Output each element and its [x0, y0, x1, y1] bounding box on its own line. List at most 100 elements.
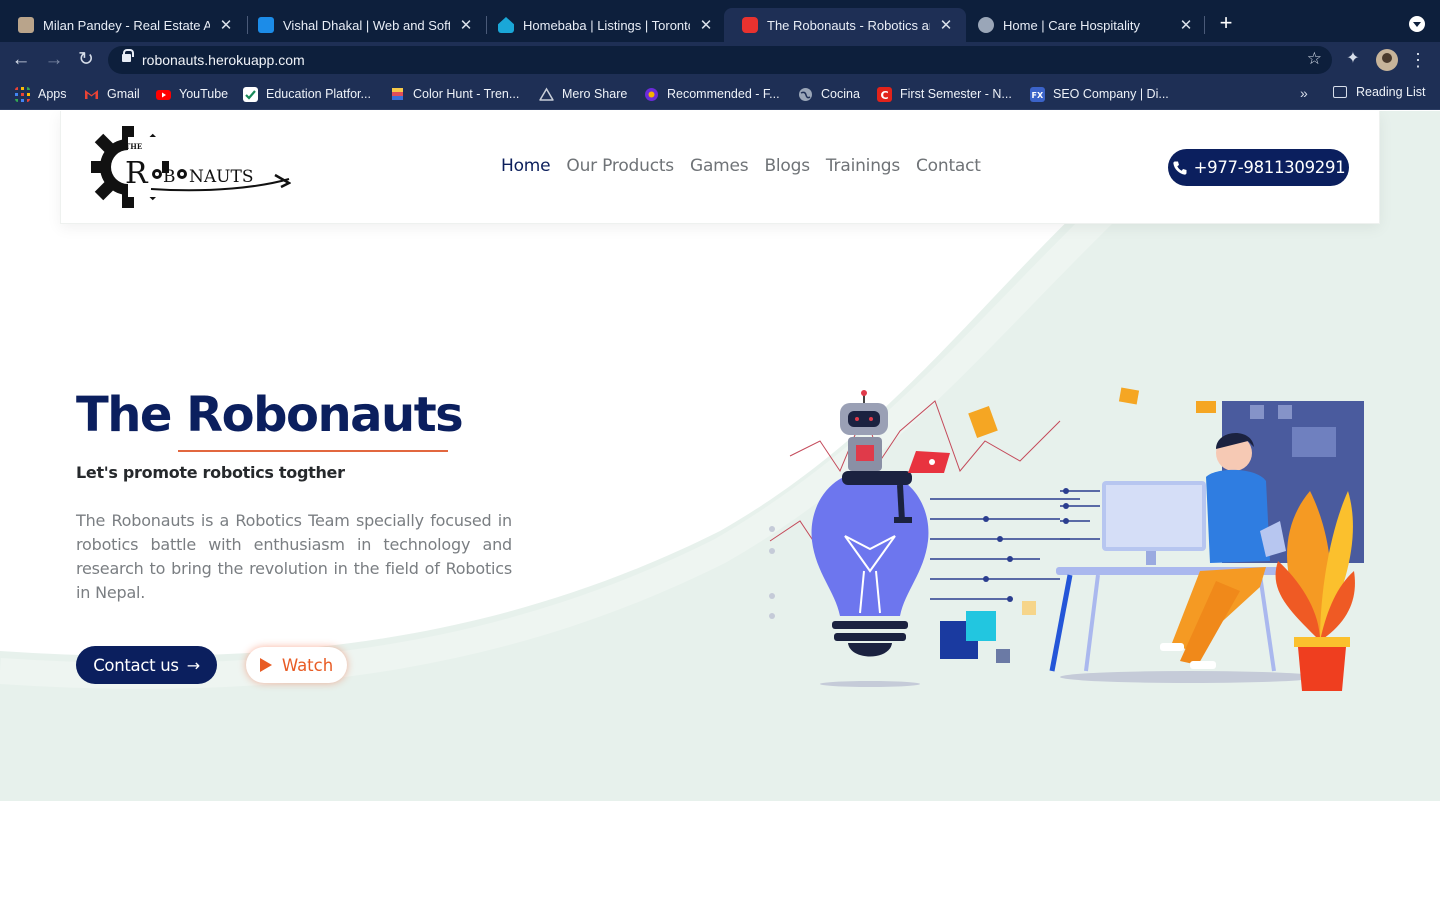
lock-icon — [122, 49, 134, 62]
hero-title: The Robonauts — [76, 387, 464, 443]
meroshare-icon — [539, 87, 554, 101]
browser-tab[interactable]: Milan Pandey - Real Estate Age ✕ — [0, 8, 246, 42]
site-header: THE R B NAUTS Home Our Products Games Bl… — [60, 111, 1380, 224]
svg-text:NAUTS: NAUTS — [189, 167, 253, 187]
browser-tab[interactable]: Vishal Dhakal | Web and Softw ✕ — [240, 8, 486, 42]
svg-text:B: B — [163, 167, 176, 187]
nav-our-products[interactable]: Our Products — [566, 156, 674, 176]
bookmark-apps[interactable]: Apps — [15, 85, 67, 103]
svg-text:FX: FX — [1032, 91, 1044, 100]
nav-games[interactable]: Games — [690, 156, 749, 176]
phone-number: +977-9811309291 — [1193, 158, 1346, 177]
bookmark-youtube[interactable]: YouTube — [156, 85, 228, 103]
phone-icon — [1172, 161, 1187, 175]
extensions-puzzle-icon[interactable]: ✦ — [1344, 50, 1362, 68]
watch-button[interactable]: Watch — [246, 647, 347, 683]
bookmark-gmail[interactable]: Gmail — [84, 85, 140, 103]
bookmark-star-icon[interactable]: ☆ — [1307, 49, 1322, 69]
bookmark-label: Recommended - F... — [667, 87, 780, 101]
arrow-right-icon: → — [186, 655, 200, 675]
tab-title: The Robonauts - Robotics and — [767, 17, 930, 33]
robonauts-logo[interactable]: THE R B NAUTS — [91, 123, 291, 213]
back-arrow-icon[interactable]: ← — [9, 48, 33, 72]
bookmark-label: SEO Company | Di... — [1053, 87, 1169, 101]
logo-small-text: THE — [125, 142, 142, 151]
tab-separator — [1204, 16, 1205, 34]
bookmark-label: Apps — [38, 87, 67, 101]
c-icon: C — [877, 86, 892, 102]
favicon-icon — [498, 17, 514, 33]
recommended-icon — [645, 87, 658, 101]
bookmark-label: Education Platfor... — [266, 87, 371, 101]
circuit-lines — [930, 490, 1100, 600]
nav-trainings[interactable]: Trainings — [826, 156, 900, 176]
web-page: THE R B NAUTS Home Our Products Games Bl… — [0, 111, 1440, 900]
nav-home[interactable]: Home — [501, 156, 551, 176]
bookmark-education[interactable]: Education Platfor... — [243, 85, 371, 103]
browser-tab[interactable]: Homebaba | Listings | Toronto ✕ — [480, 8, 726, 42]
bookmark-colorhunt[interactable]: Color Hunt - Tren... — [390, 85, 519, 103]
robotics-illustration — [769, 387, 1364, 691]
forward-arrow-icon[interactable]: → — [42, 48, 66, 72]
bookmark-recommended[interactable]: Recommended - F... — [644, 85, 780, 103]
lightbulb — [811, 471, 929, 616]
new-tab-plus-icon[interactable]: + — [1214, 12, 1238, 36]
globe-icon — [799, 87, 812, 101]
profile-avatar[interactable] — [1376, 49, 1398, 71]
browser-tab[interactable]: Home | Care Hospitality ✕ — [960, 8, 1206, 42]
globe-icon — [978, 17, 994, 33]
close-tab-icon[interactable]: ✕ — [458, 16, 474, 34]
browser-tab-strip: Milan Pandey - Real Estate Age ✕ Vishal … — [0, 0, 1440, 42]
tab-title: Homebaba | Listings | Toronto — [523, 17, 690, 33]
reload-icon[interactable]: ↻ — [74, 48, 98, 72]
close-tab-icon[interactable]: ✕ — [698, 16, 714, 34]
more-bookmarks-chevron-icon[interactable]: » — [1300, 85, 1308, 101]
favicon-icon — [258, 17, 274, 33]
url-text[interactable]: robonauts.herokuapp.com — [142, 52, 305, 68]
reading-list-icon — [1333, 86, 1347, 98]
bookmark-label: First Semester - N... — [900, 87, 1012, 101]
contact-us-button[interactable]: Contact us → — [76, 646, 217, 684]
bookmark-label: Mero Share — [562, 87, 628, 101]
bookmark-label: YouTube — [179, 87, 229, 101]
colorhunt-icon — [392, 87, 403, 100]
tab-title: Vishal Dhakal | Web and Softw — [283, 17, 450, 33]
close-tab-icon[interactable]: ✕ — [1178, 16, 1194, 34]
address-bar[interactable]: robonauts.herokuapp.com ☆ — [108, 46, 1332, 74]
browser-toolbar: ← → ↻ robonauts.herokuapp.com ☆ ✦ ⋮ — [0, 42, 1440, 78]
phone-button[interactable]: +977-9811309291 — [1168, 149, 1349, 186]
favicon-icon — [18, 17, 34, 33]
nav-blogs[interactable]: Blogs — [764, 156, 810, 176]
watch-label: Watch — [281, 655, 334, 675]
hero-tagline: Let's promote robotics togther — [76, 463, 345, 482]
bookmarks-bar: Apps Gmail YouTube Education Platfor... … — [0, 78, 1440, 110]
bookmark-label: Gmail — [107, 87, 140, 101]
contact-us-label: Contact us — [93, 655, 179, 675]
close-tab-icon[interactable]: ✕ — [938, 16, 954, 34]
fx-icon: FX — [1030, 86, 1045, 102]
favicon-icon — [742, 17, 758, 33]
apps-grid-icon — [15, 86, 30, 102]
bookmark-cocina[interactable]: Cocina — [798, 85, 860, 103]
reading-list-label: Reading List — [1356, 85, 1426, 99]
bookmark-meroshare[interactable]: Mero Share — [539, 85, 627, 103]
reading-list-button[interactable]: Reading List — [1333, 85, 1426, 99]
gmail-icon — [85, 89, 98, 99]
logo-wordmark: R — [125, 156, 149, 191]
tab-title: Milan Pandey - Real Estate Age — [43, 17, 210, 33]
browser-tab-active[interactable]: The Robonauts - Robotics and ✕ — [724, 8, 966, 42]
youtube-icon — [156, 89, 171, 100]
bookmark-seo-company[interactable]: FX SEO Company | Di... — [1030, 85, 1169, 103]
bulb-shadow — [820, 681, 920, 687]
tab-title: Home | Care Hospitality — [1003, 17, 1141, 33]
hero-description: The Robonauts is a Robotics Team special… — [76, 511, 512, 602]
nav-contact[interactable]: Contact — [916, 156, 981, 176]
svg-text:C: C — [881, 89, 889, 102]
bookmark-label: Cocina — [821, 87, 860, 101]
bookmark-first-semester[interactable]: C First Semester - N... — [877, 85, 1012, 103]
close-tab-icon[interactable]: ✕ — [218, 16, 234, 34]
bookmark-label: Color Hunt - Tren... — [413, 87, 520, 101]
play-icon — [259, 658, 272, 672]
browser-menu-icon[interactable]: ⋮ — [1408, 48, 1428, 72]
tab-search-icon[interactable] — [1409, 16, 1425, 32]
